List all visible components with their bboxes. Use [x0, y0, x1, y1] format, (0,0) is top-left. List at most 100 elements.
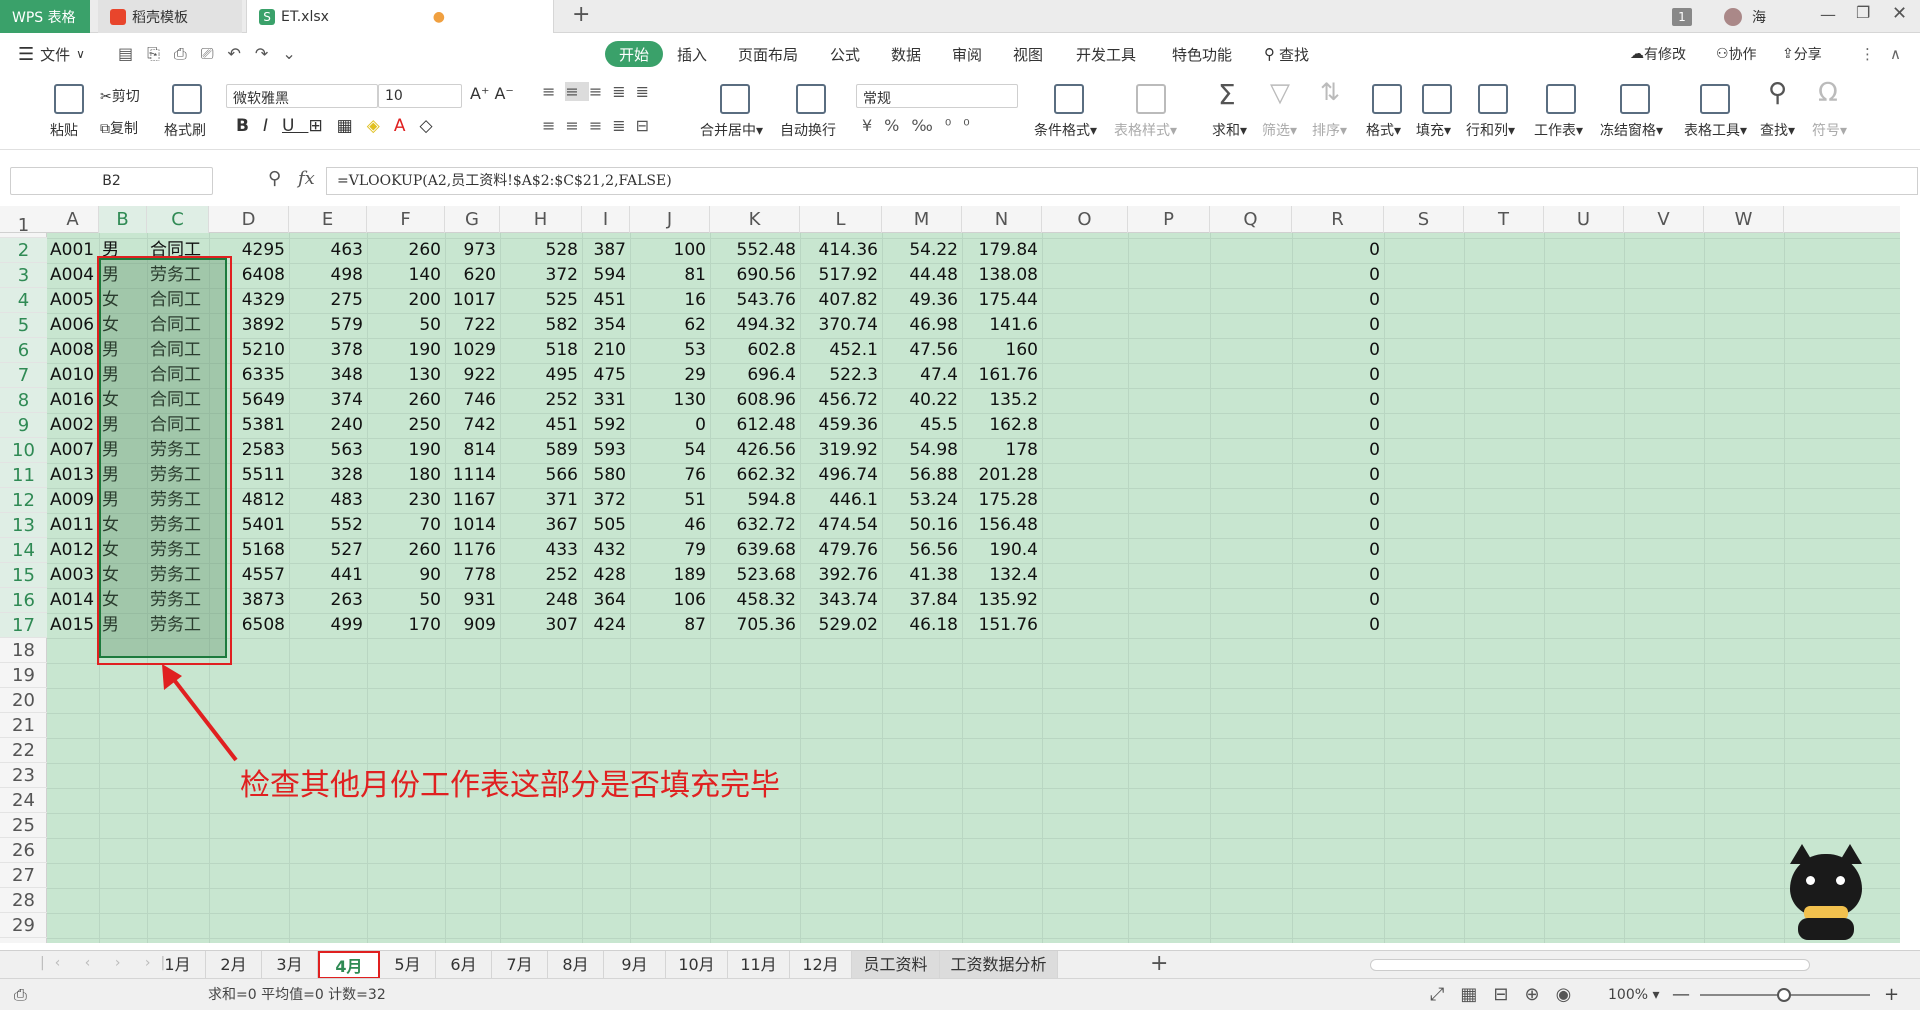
table-cell[interactable]: 594.8 [713, 488, 800, 513]
table-cell[interactable]: 47.4 [885, 363, 962, 388]
zoom-formula-icon[interactable]: ⚲ [268, 168, 281, 189]
table-cell[interactable]: 46 [633, 513, 710, 538]
table-cell[interactable]: 909 [448, 613, 500, 638]
table-cell[interactable]: 201.28 [965, 463, 1042, 488]
table-cell[interactable]: A016 [50, 388, 99, 413]
column-header-D[interactable]: D [209, 206, 289, 233]
table-cell[interactable]: 50 [370, 588, 445, 613]
sheet-tab[interactable]: 12月 [790, 951, 852, 979]
table-tools-button[interactable]: 表格工具▾ [1684, 120, 1747, 140]
table-cell[interactable]: 456.72 [803, 388, 882, 413]
table-cell[interactable]: 608.96 [713, 388, 800, 413]
tab-data[interactable]: 数据 [891, 34, 921, 74]
minimize-icon[interactable]: — [1820, 5, 1836, 24]
collapse-ribbon-icon[interactable]: ∧ [1890, 34, 1901, 74]
table-cell[interactable]: 354 [585, 313, 630, 338]
column-header-O[interactable]: O [1042, 206, 1128, 233]
table-cell[interactable]: 263 [292, 588, 367, 613]
table-cell[interactable]: 424 [585, 613, 630, 638]
table-cell[interactable]: 931 [448, 588, 500, 613]
table-cell[interactable]: 0 [1295, 413, 1384, 438]
table-cell[interactable]: 0 [1295, 513, 1384, 538]
column-header-J[interactable]: J [630, 206, 710, 233]
column-header-R[interactable]: R [1292, 206, 1384, 233]
table-cell[interactable]: A013 [50, 463, 99, 488]
row-header-29[interactable]: 29 [0, 913, 47, 938]
table-cell[interactable]: 378 [292, 338, 367, 363]
table-cell[interactable]: 367 [503, 513, 582, 538]
table-cell[interactable]: 50.16 [885, 513, 962, 538]
table-cell[interactable]: 343.74 [803, 588, 882, 613]
row-header-16[interactable]: 16 [0, 588, 47, 613]
filter-button[interactable]: 筛选▾ [1262, 120, 1297, 140]
format-icon[interactable] [1372, 84, 1402, 114]
table-cell[interactable]: 696.4 [713, 363, 800, 388]
sheet-tab[interactable]: 1月 [150, 951, 206, 979]
number-format-select[interactable]: 常规 [856, 84, 1018, 108]
copy-button[interactable]: ⧉复制 [100, 118, 138, 138]
table-cell[interactable]: A008 [50, 338, 99, 363]
table-cell[interactable]: 46.18 [885, 613, 962, 638]
table-cell[interactable]: 407.82 [803, 288, 882, 313]
table-style-icon[interactable] [1136, 84, 1166, 114]
table-cell[interactable]: 523.68 [713, 563, 800, 588]
table-cell[interactable]: 70 [370, 513, 445, 538]
table-cell[interactable]: A001 [50, 238, 99, 263]
more-icon[interactable]: ⋮ [1860, 34, 1875, 74]
table-cell[interactable]: 374 [292, 388, 367, 413]
table-cell[interactable]: 0 [1295, 488, 1384, 513]
row-header-9[interactable]: 9 [0, 413, 47, 438]
table-cell[interactable]: 525 [503, 288, 582, 313]
column-header-W[interactable]: W [1704, 206, 1784, 233]
table-cell[interactable]: 594 [585, 263, 630, 288]
table-cell[interactable]: 1114 [448, 463, 500, 488]
number-format-icons[interactable]: ¥%‰⁰⁰ [862, 116, 982, 135]
zoom-level[interactable]: 100% ▾ [1608, 979, 1660, 1011]
sheet-tab[interactable]: 4月 [318, 951, 380, 979]
table-cell[interactable]: 161.76 [965, 363, 1042, 388]
column-header-H[interactable]: H [500, 206, 582, 233]
table-cell[interactable]: 742 [448, 413, 500, 438]
table-cell[interactable]: 54 [633, 438, 710, 463]
table-cell[interactable]: 612.48 [713, 413, 800, 438]
table-cell[interactable]: 552.48 [713, 238, 800, 263]
zoom-in-icon[interactable]: + [1884, 979, 1899, 1011]
tab-view[interactable]: 视图 [1013, 34, 1043, 74]
table-cell[interactable]: 189 [633, 563, 710, 588]
header-cell[interactable]: 应扣合计 [1213, 233, 1292, 238]
row-header-24[interactable]: 24 [0, 788, 47, 813]
font-size-select[interactable]: 10 [378, 84, 462, 108]
row-header-23[interactable]: 23 [0, 763, 47, 788]
table-cell[interactable]: 593 [585, 438, 630, 463]
table-cell[interactable]: 1176 [448, 538, 500, 563]
table-cell[interactable]: 496.74 [803, 463, 882, 488]
tab-document[interactable]: S ET.xlsx ● [246, 0, 554, 33]
table-cell[interactable]: 319.92 [803, 438, 882, 463]
tab-template[interactable]: 稻壳模板 [98, 0, 242, 33]
column-header-V[interactable]: V [1624, 206, 1704, 233]
table-cell[interactable]: 589 [503, 438, 582, 463]
table-cell[interactable]: 53.24 [885, 488, 962, 513]
table-cell[interactable]: 141.6 [965, 313, 1042, 338]
freeze-panes-button[interactable]: 冻结窗格▾ [1600, 120, 1663, 140]
conditional-format-icon[interactable] [1054, 84, 1084, 114]
table-cell[interactable]: 392.76 [803, 563, 882, 588]
merge-icon[interactable] [720, 84, 750, 114]
table-cell[interactable]: 527 [292, 538, 367, 563]
table-cell[interactable]: 100 [633, 238, 710, 263]
table-cell[interactable]: 50 [370, 313, 445, 338]
table-cell[interactable]: 260 [370, 388, 445, 413]
modified-button[interactable]: ☁ 有修改 [1630, 34, 1686, 74]
sort-button[interactable]: 排序▾ [1312, 120, 1347, 140]
row-header-3[interactable]: 3 [0, 263, 47, 288]
row-header-20[interactable]: 20 [0, 688, 47, 713]
row-col-button[interactable]: 行和列▾ [1466, 120, 1515, 140]
table-cell[interactable]: A011 [50, 513, 99, 538]
table-cell[interactable]: 331 [585, 388, 630, 413]
sheet-tab[interactable]: 6月 [436, 951, 492, 979]
row-header-21[interactable]: 21 [0, 713, 47, 738]
table-cell[interactable]: 307 [503, 613, 582, 638]
table-cell[interactable]: 566 [503, 463, 582, 488]
table-cell[interactable]: 441 [292, 563, 367, 588]
tab-formula[interactable]: 公式 [830, 34, 860, 74]
